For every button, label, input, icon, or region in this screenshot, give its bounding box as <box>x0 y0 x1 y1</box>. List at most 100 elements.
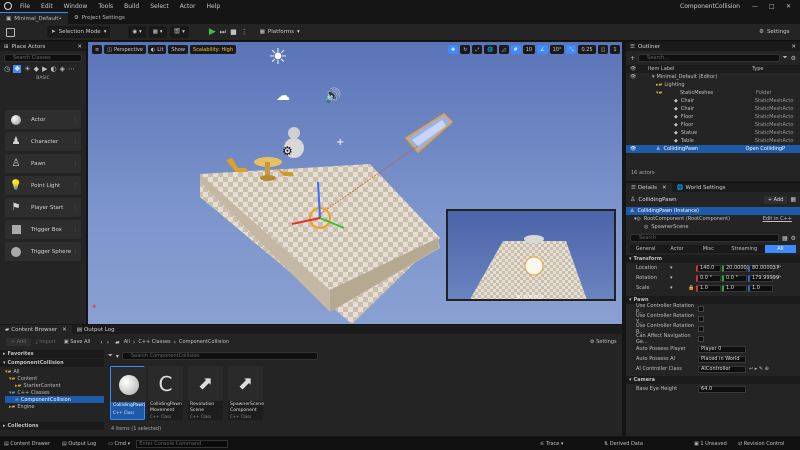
surface-snap-icon[interactable]: ◿ <box>498 45 509 54</box>
lights-icon[interactable]: ☀ <box>24 65 30 73</box>
outliner-row-statue[interactable]: ◆ Statue StaticMeshActo <box>626 129 800 137</box>
outliner-row-floor[interactable]: ◆ Floor StaticMeshActo <box>626 121 800 129</box>
rotation-snap-button[interactable]: ∠ <box>537 45 548 54</box>
use-controller-rotation-pitch-checkbox[interactable] <box>698 306 704 312</box>
volumes-icon[interactable]: ◈ <box>60 65 65 73</box>
scale-z[interactable]: 1.0 <box>748 284 773 292</box>
revision-control-button[interactable]: ⇄ Revision Control <box>738 441 784 447</box>
place-actors-search[interactable]: Search Classes <box>4 54 82 62</box>
tab-level[interactable]: ▣ Minimal_Default• <box>0 12 68 24</box>
breadcrumb-componentcollision[interactable]: ComponentCollision <box>179 339 229 345</box>
scale-y[interactable]: 1.0 <box>722 284 747 292</box>
component-instance[interactable]: ♙ CollidingPawn (Instance) <box>626 207 800 215</box>
outliner-row-lighting[interactable]: ▸▰ Lighting <box>626 81 800 89</box>
camera-speed-icon[interactable]: ◫ <box>597 45 609 54</box>
filter-actor[interactable]: Actor <box>661 245 693 253</box>
menu-tools[interactable]: Tools <box>98 3 113 10</box>
world-local-icon[interactable]: 🌐 <box>484 45 497 54</box>
tree-content[interactable]: ▾▰ Content <box>5 375 104 382</box>
chevron-down-icon[interactable]: ▾ <box>670 285 688 291</box>
scale-label[interactable]: Scale <box>636 285 670 291</box>
cmd-button[interactable]: ▭ Cmd ▾ <box>108 441 130 447</box>
rotate-mode-icon[interactable]: ↻ <box>460 45 471 54</box>
close-icon[interactable]: ✕ <box>662 185 667 191</box>
lock-icon[interactable]: 🔒 <box>688 285 696 291</box>
eye-icon[interactable]: 👁 <box>630 74 652 80</box>
edit-in-cpp-link[interactable]: Edit in C++ <box>763 216 792 222</box>
chevron-down-icon[interactable]: ▾ <box>670 275 696 281</box>
outliner-settings-icon[interactable]: ⚙ <box>791 55 796 62</box>
tree-all[interactable]: ▾▰ All <box>5 368 104 375</box>
scale-mode-icon[interactable]: ⤢ <box>472 45 483 54</box>
place-actor-player-start[interactable]: ⚑ Player Start ⋮ <box>5 198 81 217</box>
scale-snap-value[interactable]: 0.25 <box>578 45 596 54</box>
platforms-button[interactable]: ▦ Platforms ▾ <box>256 26 304 38</box>
tab-output-log[interactable]: ▤ Output Log <box>72 327 120 333</box>
use-controller-rotation-yaw-checkbox[interactable] <box>698 316 704 322</box>
rotation-z[interactable]: 179.99999 <box>748 274 779 282</box>
place-actor-trigger-sphere[interactable]: Trigger Sphere ⋮ <box>5 242 81 261</box>
details-actor-name[interactable]: CollidingPawn <box>638 197 676 203</box>
selection-mode-button[interactable]: ➤ Selection Mode ▾ <box>47 26 111 38</box>
component-spawner[interactable]: ◎ SpawnerScene <box>626 223 800 231</box>
perspective-button[interactable]: ◫ Perspective <box>104 45 146 54</box>
visual-icon[interactable]: ◐ <box>50 65 56 73</box>
reset-icon[interactable]: ↶ <box>777 265 781 271</box>
scalability-button[interactable]: Scalability: High <box>189 45 237 54</box>
tree-startercontent[interactable]: ▸▰ StarterContent <box>5 382 104 389</box>
forward-icon[interactable]: › <box>107 339 109 346</box>
translate-mode-icon[interactable]: ✥ <box>448 45 459 54</box>
show-button[interactable]: Show <box>168 45 188 54</box>
camera-speed-value[interactable]: 1 <box>610 45 620 54</box>
shapes-icon[interactable]: ◆ <box>34 65 39 73</box>
asset-revolution-scene[interactable]: ⬈ Revolution Scene C++ Class <box>188 366 223 420</box>
tab-content-browser[interactable]: ▰ Content Browser ✕ <box>0 325 72 334</box>
settings-button[interactable]: ⚙ Settings <box>755 26 794 38</box>
filter-streaming[interactable]: Streaming <box>723 245 765 253</box>
asset-collidingpawn-movement[interactable]: C CollidingPawn Movement C++ Class <box>148 366 183 420</box>
menu-build[interactable]: Build <box>124 3 139 10</box>
rotation-x[interactable]: 0.0 ° <box>696 274 721 282</box>
add-content-button[interactable]: ◉ ▾ <box>128 26 146 38</box>
outliner-search[interactable]: Search... <box>638 54 780 62</box>
place-actor-point-light[interactable]: 💡 Point Light ⋮ <box>5 176 81 195</box>
place-actor-trigger-box[interactable]: Trigger Box ⋮ <box>5 220 81 239</box>
blueprint-button[interactable]: ▦ ▾ <box>148 26 167 38</box>
camera-section[interactable]: ▾ Camera <box>626 376 800 384</box>
play-options-icon[interactable]: ⋮ <box>241 28 248 36</box>
location-y[interactable]: 20.000031 <box>722 264 753 272</box>
outliner-row-level[interactable]: 👁 ▾ Minimal_Default (Editor) <box>626 73 800 81</box>
filter-general[interactable]: General <box>630 245 662 253</box>
derived-data-button[interactable]: ⇅ Derived Data <box>604 441 643 447</box>
grid-size-value[interactable]: 10 <box>522 45 536 54</box>
outliner-row-type[interactable]: Open CollidingP <box>745 146 785 152</box>
recent-icon[interactable]: ◷ <box>4 65 10 73</box>
menu-window[interactable]: Window <box>64 3 88 10</box>
asset-collidingpawn[interactable]: CollidingPawn C++ Class <box>110 366 146 420</box>
blueprint-icon[interactable]: ▦ <box>790 196 796 203</box>
label-column[interactable]: Item Label <box>648 66 752 72</box>
details-search[interactable]: Search <box>630 234 779 242</box>
location-label[interactable]: Location <box>636 265 670 271</box>
close-button[interactable]: ✕ <box>786 3 791 10</box>
collections-section[interactable]: ▸ Collections <box>0 422 104 430</box>
auto-possess-ai-select[interactable]: Placed in World <box>698 355 746 363</box>
use-controller-rotation-roll-checkbox[interactable] <box>698 326 704 332</box>
content-settings-button[interactable]: ⚙ Settings <box>590 339 617 345</box>
chevron-down-icon[interactable]: ▾ <box>670 265 696 271</box>
scale-snap-button[interactable]: ⤡ <box>566 45 577 54</box>
close-icon[interactable]: ✕ <box>791 44 796 50</box>
filter-icon[interactable]: ⏷ <box>108 352 113 360</box>
details-settings-icon[interactable]: ⚙ <box>791 235 796 242</box>
outliner-row-collidingpawn[interactable]: 👁 ♙ CollidingPawn Open CollidingP <box>626 145 800 153</box>
back-icon[interactable]: ‹ <box>100 339 102 346</box>
menu-help[interactable]: Help <box>207 3 221 10</box>
type-column[interactable]: Type <box>752 66 763 72</box>
rotation-label[interactable]: Rotation <box>636 275 670 281</box>
outliner-row-chair[interactable]: ◆ Chair StaticMeshActo <box>626 105 800 113</box>
browse-icon[interactable]: ↩ ▸ ✎ ⊕ <box>749 366 769 372</box>
place-actor-character[interactable]: ♟ Character ⋮ <box>5 132 81 151</box>
viewport-menu-button[interactable]: ≡ <box>92 45 103 54</box>
transform-section[interactable]: ▾ Transform <box>626 255 800 263</box>
breadcrumb-cpp-classes[interactable]: C++ Classes <box>138 339 170 345</box>
